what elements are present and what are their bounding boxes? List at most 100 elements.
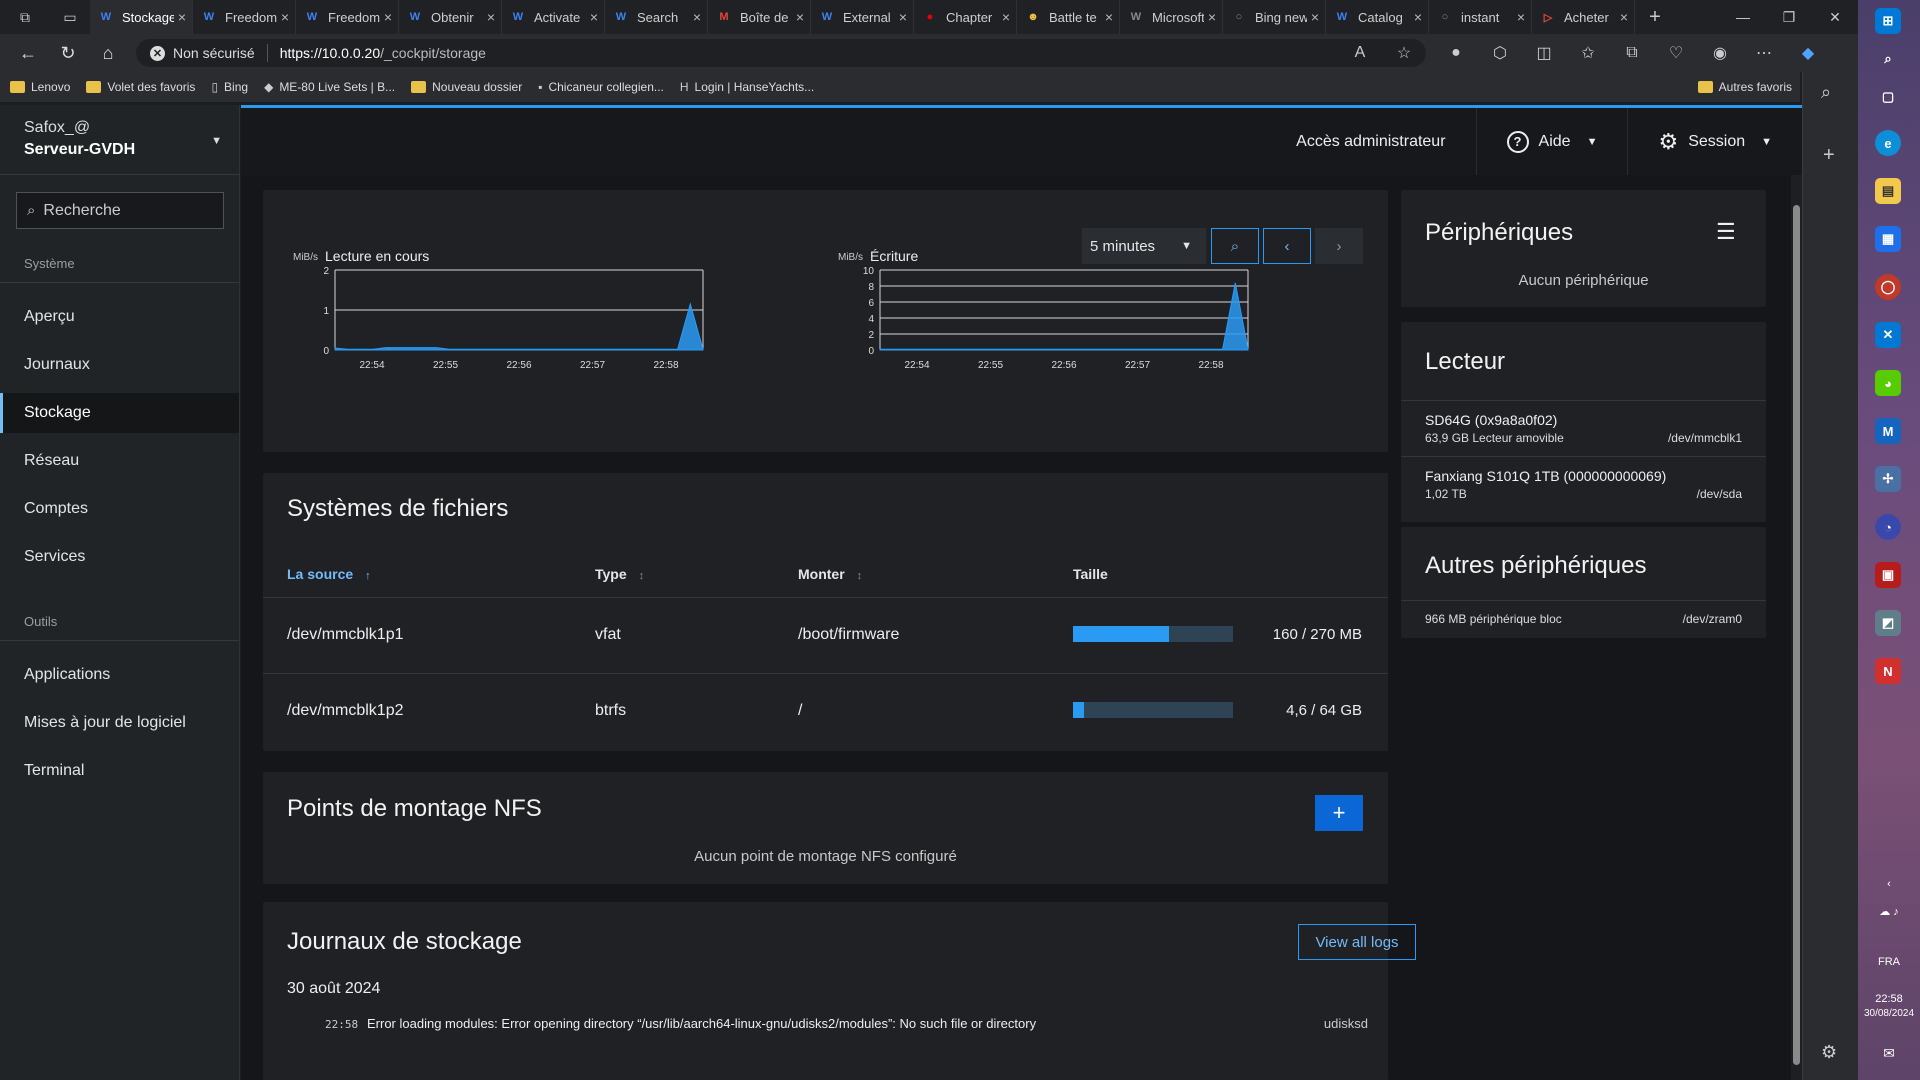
start-icon[interactable]: ⊞ <box>1875 8 1901 34</box>
add-nfs-button[interactable]: + <box>1315 795 1363 831</box>
nav-item[interactable]: Aperçu <box>0 297 239 337</box>
add-panel-icon[interactable]: + <box>1823 144 1835 167</box>
close-tab-icon[interactable]: × <box>384 9 392 25</box>
nav-item[interactable]: Journaux <box>0 345 239 385</box>
column-type[interactable]: Type ↕ <box>595 566 644 582</box>
close-tab-icon[interactable]: × <box>1620 9 1628 25</box>
nav-item[interactable]: Applications <box>0 655 239 695</box>
restore-icon[interactable]: ❐ <box>1766 9 1812 26</box>
copilot-icon[interactable]: ◆ <box>1786 43 1830 63</box>
favorite-link[interactable]: ◆ ME-80 Live Sets | B... <box>264 80 395 94</box>
favorite-link[interactable]: ▪ Chicaneur collegien... <box>538 80 664 94</box>
tab-actions-icon[interactable]: ▭ <box>50 9 90 26</box>
drive-item[interactable]: Fanxiang S101Q 1TB (000000000069) 1,02 TB… <box>1401 456 1766 512</box>
previous-range-button[interactable]: ‹ <box>1263 228 1311 264</box>
browser-tab[interactable]: W Freedom × <box>296 0 399 34</box>
browser-tab[interactable]: ▷ Acheter × <box>1532 0 1635 34</box>
more-menu-icon[interactable]: ⋯ <box>1742 43 1786 63</box>
nav-item[interactable]: Comptes <box>0 489 239 529</box>
drive-item[interactable]: SD64G (0x9a8a0f02) 63,9 GB Lecteur amovib… <box>1401 400 1766 456</box>
nav-item[interactable]: Terminal <box>0 751 239 791</box>
system-tray-icons[interactable]: ☁ ♪ <box>1858 905 1920 918</box>
browser-tab[interactable]: W Stockage × <box>90 0 193 34</box>
view-all-logs-button[interactable]: View all logs <box>1298 924 1416 960</box>
host-selector[interactable]: Safox_@ Serveur-GVDH ▼ <box>0 105 240 175</box>
search-icon[interactable]: ⌕ <box>1875 46 1901 72</box>
media-app-icon[interactable]: ▣ <box>1875 562 1901 588</box>
browser-tab[interactable]: W Freedom × <box>193 0 296 34</box>
close-tab-icon[interactable]: × <box>1311 9 1319 25</box>
other-favorites[interactable]: Autres favoris <box>1697 80 1792 94</box>
clock-time[interactable]: 22:58 <box>1858 993 1920 1005</box>
column-source[interactable]: La source ↑ <box>287 566 371 582</box>
browser-tab[interactable]: M Boîte de × <box>708 0 811 34</box>
browser-tab[interactable]: ○ instant × <box>1429 0 1532 34</box>
network-app-icon[interactable]: ✢ <box>1875 466 1901 492</box>
other-device-item[interactable]: 966 MB périphérique bloc/dev/zram0 <box>1401 600 1766 636</box>
collections-icon[interactable]: ⧉ <box>1610 44 1654 62</box>
help-menu-button[interactable]: ? Aide ▼ <box>1475 108 1628 175</box>
store-icon[interactable]: ▦ <box>1875 226 1901 252</box>
app-icon[interactable]: ◯ <box>1875 274 1901 300</box>
close-tab-icon[interactable]: × <box>693 9 701 25</box>
nav-item[interactable]: Mises à jour de logiciel <box>0 703 239 743</box>
notifications-icon[interactable]: ✉ <box>1858 1045 1920 1062</box>
close-tab-icon[interactable]: × <box>178 9 186 25</box>
document-app-icon[interactable]: ◩ <box>1875 610 1901 636</box>
close-tab-icon[interactable]: × <box>1002 9 1010 25</box>
favorite-link[interactable]: Nouveau dossier <box>411 80 522 94</box>
close-tab-icon[interactable]: × <box>487 9 495 25</box>
address-bar[interactable]: ✕ Non sécurisé https://10.0.0.20/_cockpi… <box>136 39 1426 67</box>
browser-tab[interactable]: W External × <box>811 0 914 34</box>
menu-icon[interactable]: ☰ <box>1716 219 1736 245</box>
column-mount[interactable]: Monter ↕ <box>798 566 862 582</box>
security-label[interactable]: Non sécurisé <box>173 45 255 61</box>
browser-tab[interactable]: ○ Bing new × <box>1223 0 1326 34</box>
table-row[interactable]: /dev/mmcblk1p1 vfat/boot/firmware 160 / 27… <box>263 597 1388 673</box>
next-range-button[interactable]: › <box>1315 228 1363 264</box>
back-icon[interactable]: ← <box>8 43 48 64</box>
close-window-icon[interactable]: ✕ <box>1812 9 1858 26</box>
admin-access-button[interactable]: Accès administrateur <box>1266 108 1475 175</box>
nav-item[interactable]: Stockage <box>0 393 239 433</box>
session-menu-button[interactable]: ⚙ Session ▼ <box>1627 108 1802 175</box>
browser-tab[interactable]: W Activate × <box>502 0 605 34</box>
clock-date[interactable]: 30/08/2024 <box>1858 1008 1920 1019</box>
browser-essentials-icon[interactable]: ♡ <box>1654 43 1698 63</box>
workspaces-icon[interactable]: ⧉ <box>0 9 50 26</box>
netflix-icon[interactable]: N <box>1875 658 1901 684</box>
nav-item[interactable]: Réseau <box>0 441 239 481</box>
close-tab-icon[interactable]: × <box>590 9 598 25</box>
close-tab-icon[interactable]: × <box>1414 9 1422 25</box>
browser-tab[interactable]: W Search × <box>605 0 708 34</box>
nav-item[interactable]: Services <box>0 537 239 577</box>
language-indicator[interactable]: FRA <box>1858 956 1920 968</box>
close-tab-icon[interactable]: × <box>281 9 289 25</box>
task-view-icon[interactable]: ▢ <box>1875 84 1901 110</box>
minimize-icon[interactable]: — <box>1720 9 1766 25</box>
mf-icon[interactable]: M <box>1875 418 1901 444</box>
scrollbar-thumb[interactable] <box>1793 205 1800 1065</box>
xmind-icon[interactable]: ✕ <box>1875 322 1901 348</box>
browser-tab[interactable]: W Catalog × <box>1326 0 1429 34</box>
close-tab-icon[interactable]: × <box>1517 9 1525 25</box>
favorites-icon[interactable]: ✩ <box>1566 43 1610 63</box>
browser-tab[interactable]: W Microsoft × <box>1120 0 1223 34</box>
favorite-link[interactable]: Lenovo <box>10 80 70 94</box>
extension-circle-icon[interactable]: ● <box>1434 44 1478 62</box>
page-scrollbar[interactable] <box>1791 175 1802 1080</box>
read-aloud-icon[interactable]: A <box>1338 44 1382 62</box>
profile-avatar[interactable]: ◉ <box>1698 43 1742 63</box>
sidebar-search-icon[interactable]: ⌕ <box>1821 82 1831 103</box>
log-entry[interactable]: 22:58 Error loading modules: Error openin… <box>263 1014 1388 1040</box>
chevron-left-icon[interactable]: ‹ <box>1858 878 1920 890</box>
duolingo-icon[interactable]: ◕ <box>1875 370 1901 396</box>
close-tab-icon[interactable]: × <box>899 9 907 25</box>
browser-tab[interactable]: W Obtenir × <box>399 0 502 34</box>
chat-app-icon[interactable]: ◔ <box>1875 514 1901 540</box>
home-icon[interactable]: ⌂ <box>88 43 128 64</box>
split-screen-icon[interactable]: ◫ <box>1522 43 1566 63</box>
close-tab-icon[interactable]: × <box>796 9 804 25</box>
url-text[interactable]: https://10.0.0.20/_cockpit/storage <box>280 45 486 61</box>
close-tab-icon[interactable]: × <box>1105 9 1113 25</box>
